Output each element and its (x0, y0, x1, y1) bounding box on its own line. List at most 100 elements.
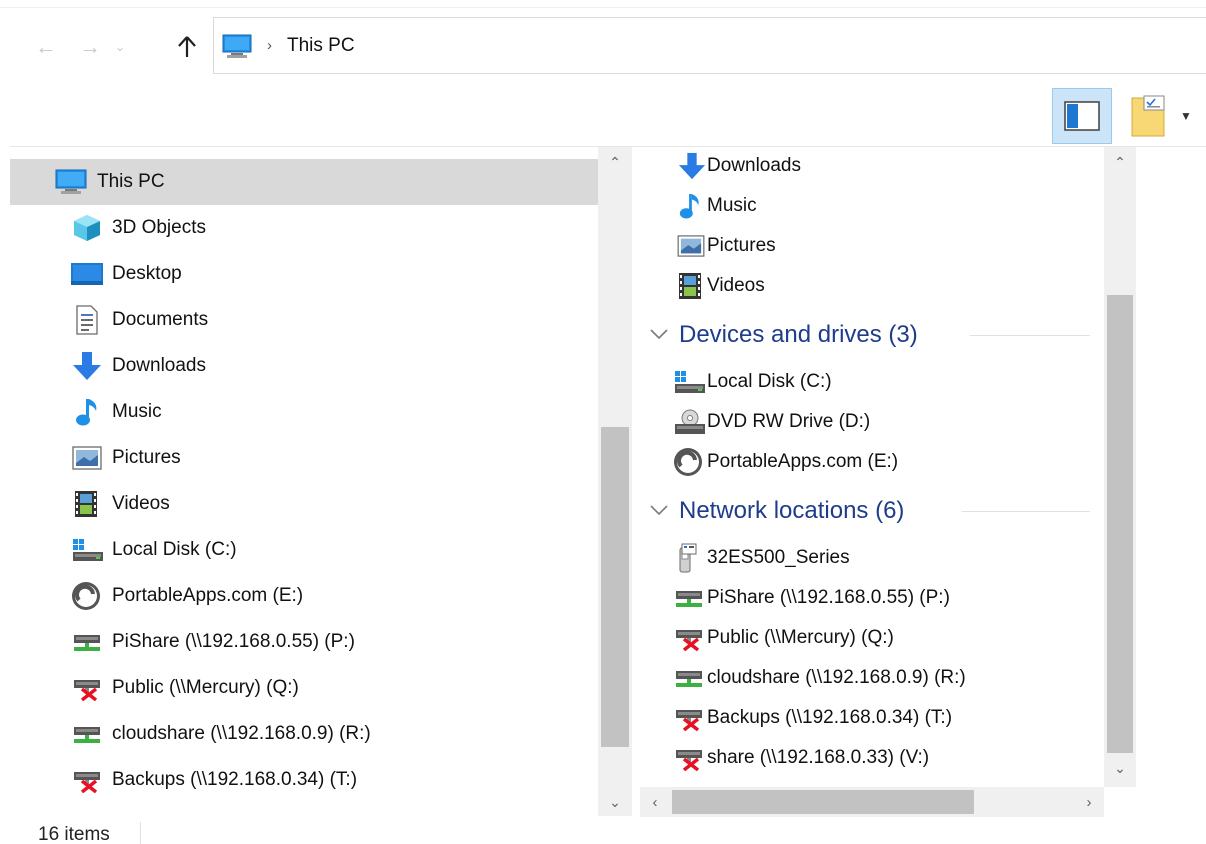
content-horizontal-scrollbar[interactable]: ‹ › (640, 787, 1104, 817)
tree-item-public-q[interactable]: Public (\\Mercury) (Q:) (10, 665, 598, 711)
portableapps-drive-icon (672, 446, 704, 478)
item-count: 16 items (38, 824, 110, 844)
tree-item-label: 3D Objects (112, 217, 206, 238)
documents-icon (74, 305, 100, 335)
local-disk-icon (72, 538, 104, 562)
drive-item-portableapps-e[interactable]: PortableApps.com (E:) (640, 442, 1104, 482)
tree-item-label: Downloads (112, 355, 206, 376)
videos-icon (74, 490, 98, 518)
scroll-right-button[interactable]: › (1076, 787, 1102, 817)
this-pc-icon (54, 168, 88, 196)
tree-item-label: This PC (97, 171, 165, 192)
recent-locations-button[interactable]: ⌄ (110, 32, 130, 62)
tree-item-documents[interactable]: Documents (10, 297, 598, 343)
scroll-down-button[interactable]: ⌄ (1104, 755, 1136, 781)
item-label: cloudshare (\\192.168.0.9) (R:) (707, 667, 966, 688)
scroll-up-button[interactable]: ⌃ (598, 149, 632, 175)
network-item-cloudshare-r[interactable]: cloudshare (\\192.168.0.9) (R:) (640, 658, 1104, 698)
group-title: Network locations (6) (679, 497, 905, 524)
tree-item-videos[interactable]: Videos (10, 481, 598, 527)
network-item-share-v[interactable]: share (\\192.168.0.33) (V:) (640, 738, 1104, 778)
item-label: Music (707, 195, 757, 216)
tree-item-local-disk-c[interactable]: Local Disk (C:) (10, 527, 598, 573)
tree-item-label: Videos (112, 493, 170, 514)
item-label: 32ES500_Series (707, 547, 850, 568)
back-button[interactable]: ← (30, 32, 62, 62)
chevron-down-icon (650, 329, 668, 340)
tree-item-label: Public (\\Mercury) (Q:) (112, 677, 299, 698)
folder-item-videos[interactable]: Videos (640, 266, 1104, 306)
tree-item-cloudshare-r[interactable]: cloudshare (\\192.168.0.9) (R:) (10, 711, 598, 757)
desktop-icon (70, 261, 104, 287)
tree-item-label: PortableApps.com (E:) (112, 585, 304, 606)
forward-button[interactable]: → (74, 32, 106, 62)
downloads-icon (678, 152, 706, 180)
network-drive-connected-icon (72, 722, 102, 746)
content-pane: Downloads Music Pictures Videos Devices … (640, 147, 1104, 787)
network-item-backups-t[interactable]: Backups (\\192.168.0.34) (T:) (640, 698, 1104, 738)
up-button[interactable] (170, 32, 204, 62)
details-pane-button[interactable]: ▼ (1130, 91, 1192, 141)
tree-item-label: Desktop (112, 263, 182, 284)
content-vertical-scrollbar[interactable]: ⌃ ⌄ (1104, 147, 1136, 787)
network-item-pishare-p[interactable]: PiShare (\\192.168.0.55) (P:) (640, 578, 1104, 618)
tree-scrollbar-thumb[interactable] (601, 427, 629, 747)
item-label: Local Disk (C:) (707, 371, 832, 392)
navigation-pane-button[interactable] (1052, 88, 1112, 144)
item-label: PortableApps.com (E:) (707, 451, 899, 472)
scroll-left-button[interactable]: ‹ (642, 787, 668, 817)
tree-scrollbar[interactable]: ⌃ ⌄ (598, 147, 632, 816)
chevron-left-icon: ‹ (652, 793, 658, 811)
music-icon (678, 191, 702, 221)
group-divider (970, 335, 1090, 336)
item-label: Public (\\Mercury) (Q:) (707, 627, 894, 648)
network-drive-connected-icon (674, 666, 704, 690)
tree-item-music[interactable]: Music (10, 389, 598, 435)
tree-item-3d-objects[interactable]: 3D Objects (10, 205, 598, 251)
tree-item-label: Pictures (112, 447, 181, 468)
tree-item-label: Music (112, 401, 162, 422)
scroll-down-button[interactable]: ⌄ (598, 789, 632, 815)
tree-item-pictures[interactable]: Pictures (10, 435, 598, 481)
network-drive-disconnected-icon (674, 625, 704, 651)
arrow-right-icon: → (79, 34, 101, 59)
tree-item-pishare-p[interactable]: PiShare (\\192.168.0.55) (P:) (10, 619, 598, 665)
item-label: DVD RW Drive (D:) (707, 411, 871, 432)
breadcrumb-separator[interactable]: › (267, 37, 272, 54)
network-drive-connected-icon (674, 586, 704, 610)
item-label: Videos (707, 275, 765, 296)
network-item-public-q[interactable]: Public (\\Mercury) (Q:) (640, 618, 1104, 658)
drive-item-dvd-rw-d[interactable]: DVD RW Drive (D:) (640, 402, 1104, 442)
tree-item-label: PiShare (\\192.168.0.55) (P:) (112, 631, 355, 652)
content-horizontal-scrollbar-thumb[interactable] (672, 790, 974, 814)
group-header-network[interactable]: Network locations (6) (640, 487, 1104, 535)
navigation-pane-icon (1064, 101, 1100, 131)
group-header-devices[interactable]: Devices and drives (3) (640, 311, 1104, 359)
scroll-up-button[interactable]: ⌃ (1104, 149, 1136, 175)
tree-item-label: Documents (112, 309, 209, 330)
videos-icon (678, 272, 702, 300)
folder-item-music[interactable]: Music (640, 186, 1104, 226)
chevron-down-icon (650, 505, 668, 516)
breadcrumb-this-pc[interactable]: This PC (287, 35, 355, 57)
chevron-down-icon[interactable]: ▼ (1180, 109, 1192, 123)
this-pc-icon (222, 34, 252, 58)
network-item-32es500-series[interactable]: 32ES500_Series (640, 538, 1104, 578)
drive-item-local-disk-c[interactable]: Local Disk (C:) (640, 362, 1104, 402)
content-vertical-scrollbar-thumb[interactable] (1107, 295, 1133, 753)
navigation-tree: This PC 3D Objects Desktop Documents Dow… (10, 159, 598, 816)
network-drive-disconnected-icon (674, 745, 704, 771)
details-pane-icon (1131, 95, 1165, 137)
item-label: Pictures (707, 235, 776, 256)
tree-item-this-pc[interactable]: This PC (10, 159, 598, 205)
tree-item-downloads[interactable]: Downloads (10, 343, 598, 389)
chevron-down-icon: ⌄ (1114, 759, 1126, 776)
tree-item-desktop[interactable]: Desktop (10, 251, 598, 297)
network-drive-disconnected-icon (674, 705, 704, 731)
address-bar[interactable]: › This PC (213, 17, 1206, 74)
folder-item-pictures[interactable]: Pictures (640, 226, 1104, 266)
local-disk-icon (674, 370, 706, 394)
tree-item-backups-t[interactable]: Backups (\\192.168.0.34) (T:) (10, 757, 598, 803)
folder-item-downloads[interactable]: Downloads (640, 147, 1104, 186)
tree-item-portableapps-e[interactable]: PortableApps.com (E:) (10, 573, 598, 619)
